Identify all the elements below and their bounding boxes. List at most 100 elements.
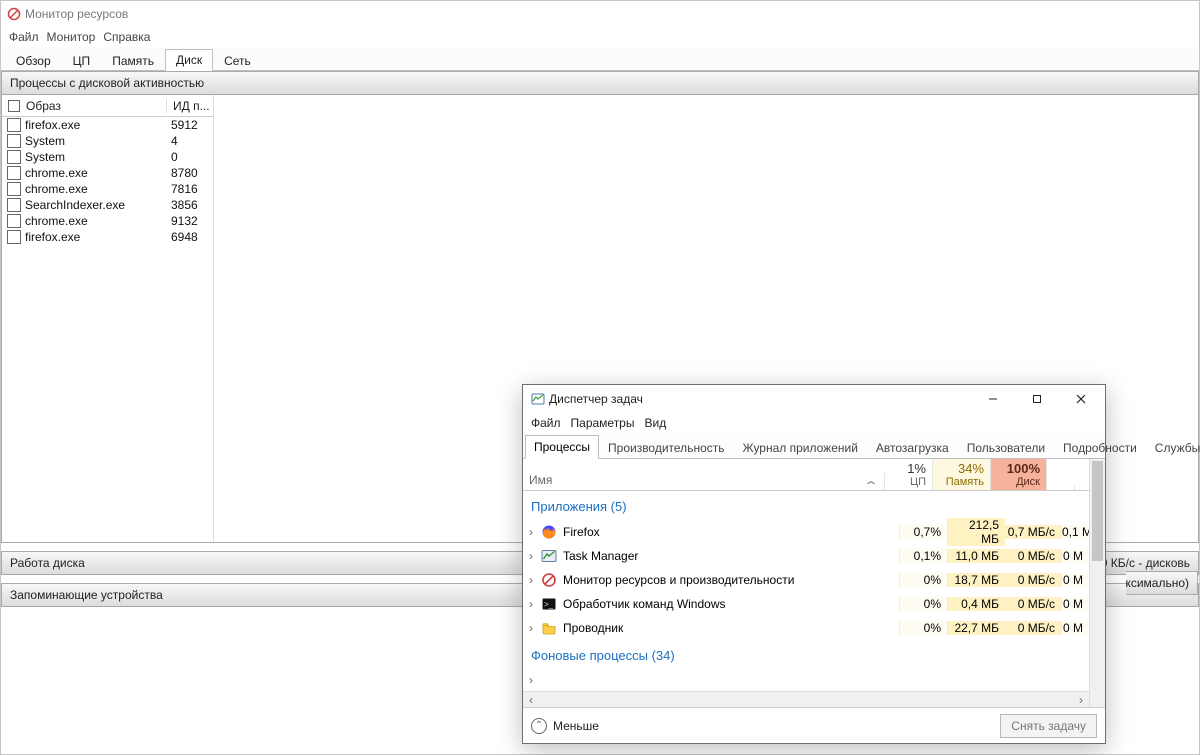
- chevron-up-icon: ⌃: [531, 718, 547, 734]
- resmon-titlebar[interactable]: Монитор ресурсов: [1, 1, 1199, 27]
- col-image[interactable]: Образ: [26, 99, 61, 113]
- row-dsk: 0 МБ/с: [1005, 621, 1061, 635]
- table-row[interactable]: ›>_Обработчик команд Windows0%0,4 МБ0 МБ…: [523, 592, 1089, 616]
- taskmgr-titlebar[interactable]: Диспетчер задач: [523, 385, 1105, 413]
- row-checkbox[interactable]: [7, 150, 21, 164]
- col-net[interactable]: [1047, 486, 1075, 490]
- tm-tab[interactable]: Производительность: [599, 436, 733, 459]
- tab-network[interactable]: Сеть: [213, 50, 262, 71]
- taskmgr-tabs: ПроцессыПроизводительностьЖурнал приложе…: [523, 433, 1105, 459]
- minimize-button[interactable]: [971, 385, 1015, 413]
- tm-menu-view[interactable]: Вид: [644, 416, 666, 430]
- table-row[interactable]: SearchIndexer.exe3856: [2, 197, 213, 213]
- col-memory[interactable]: 34%Память: [933, 459, 991, 490]
- row-checkbox[interactable]: [7, 230, 21, 244]
- close-button[interactable]: [1059, 385, 1103, 413]
- col-cpu[interactable]: 1%ЦП: [885, 459, 933, 490]
- tm-tab[interactable]: Подробности: [1054, 436, 1146, 459]
- expand-icon[interactable]: ›: [523, 525, 539, 539]
- section-bg: Фоновые процессы (34): [523, 640, 1089, 669]
- row-checkbox[interactable]: [7, 198, 21, 212]
- process-list-header: Образ ИД п...: [2, 95, 213, 117]
- expand-icon[interactable]: ›: [523, 673, 539, 687]
- table-row[interactable]: ›Task Manager0,1%11,0 МБ0 МБ/с0 М: [523, 544, 1089, 568]
- table-row[interactable]: System4: [2, 133, 213, 149]
- vertical-scrollbar[interactable]: [1089, 459, 1105, 707]
- row-image: chrome.exe: [25, 166, 165, 180]
- tab-disk[interactable]: Диск: [165, 49, 213, 71]
- app-icon: [541, 672, 557, 688]
- scroll-right-icon[interactable]: ›: [1073, 692, 1089, 708]
- taskmgr-footer: ⌃ Меньше Снять задачу: [523, 707, 1105, 743]
- expand-icon[interactable]: ›: [523, 597, 539, 611]
- table-row[interactable]: ›Проводник0%22,7 МБ0 МБ/с0 М: [523, 616, 1089, 640]
- row-checkbox[interactable]: [7, 166, 21, 180]
- row-mem: 11,0 МБ: [947, 549, 1005, 563]
- row-pid: 7816: [165, 182, 213, 196]
- tab-cpu[interactable]: ЦП: [62, 50, 102, 71]
- row-checkbox[interactable]: [7, 214, 21, 228]
- table-row[interactable]: chrome.exe8780: [2, 165, 213, 181]
- row-cpu: 0%: [899, 621, 947, 635]
- menu-file[interactable]: Файл: [9, 30, 39, 44]
- row-pid: 6948: [165, 230, 213, 244]
- row-image: System: [25, 134, 165, 148]
- table-row[interactable]: ›Монитор ресурсов и производительности0%…: [523, 568, 1089, 592]
- row-pid: 5912: [165, 118, 213, 132]
- tm-menu-file[interactable]: Файл: [531, 416, 561, 430]
- row-dsk: 0 МБ/с: [1005, 549, 1061, 563]
- row-pid: 8780: [165, 166, 213, 180]
- expand-icon[interactable]: ›: [523, 549, 539, 563]
- table-row[interactable]: ›Firefox0,7%212,5 МБ0,7 МБ/с0,1 М: [523, 520, 1089, 544]
- tm-tab[interactable]: Автозагрузка: [867, 436, 958, 459]
- row-image: System: [25, 150, 165, 164]
- row-dsk: 0 МБ/с: [1005, 597, 1061, 611]
- fewer-details-button[interactable]: ⌃ Меньше: [531, 718, 599, 734]
- col-pid[interactable]: ИД п...: [167, 99, 213, 113]
- table-row[interactable]: firefox.exe5912: [2, 117, 213, 133]
- row-net: 0 М: [1061, 573, 1089, 587]
- menu-help[interactable]: Справка: [103, 30, 150, 44]
- app-icon: [541, 620, 557, 636]
- tm-menu-options[interactable]: Параметры: [571, 416, 635, 430]
- menu-monitor[interactable]: Монитор: [47, 30, 96, 44]
- row-checkbox[interactable]: [7, 134, 21, 148]
- section-processes[interactable]: Процессы с дисковой активностью: [1, 71, 1199, 95]
- row-image: SearchIndexer.exe: [25, 198, 165, 212]
- taskmgr-body: ⌃ Имя 1%ЦП 34%Память 100%Диск Приложения…: [523, 459, 1105, 707]
- table-row[interactable]: chrome.exe7816: [2, 181, 213, 197]
- table-row[interactable]: System0: [2, 149, 213, 165]
- col-disk[interactable]: 100%Диск: [991, 459, 1047, 490]
- maximize-button[interactable]: [1015, 385, 1059, 413]
- select-all-checkbox[interactable]: [8, 100, 20, 112]
- table-row[interactable]: chrome.exe9132: [2, 213, 213, 229]
- scroll-thumb[interactable]: [1092, 461, 1103, 561]
- section-apps: Приложения (5): [523, 491, 1089, 520]
- tm-tab[interactable]: Пользователи: [958, 436, 1054, 459]
- row-name: Проводник: [563, 621, 899, 635]
- taskmgr-title: Диспетчер задач: [549, 392, 643, 406]
- row-name: Обработчик команд Windows: [563, 597, 899, 611]
- table-row[interactable]: ›: [523, 669, 1089, 691]
- tm-tab[interactable]: Журнал приложений: [734, 436, 867, 459]
- disk-max-text: ксимально): [1125, 576, 1189, 590]
- section-processes-label: Процессы с дисковой активностью: [10, 76, 204, 90]
- scroll-left-icon[interactable]: ‹: [523, 692, 539, 708]
- row-pid: 4: [165, 134, 213, 148]
- col-name[interactable]: ⌃ Имя: [523, 473, 885, 490]
- svg-text:>_: >_: [544, 600, 554, 609]
- horizontal-scrollbar[interactable]: ‹ ›: [523, 691, 1089, 707]
- expand-icon[interactable]: ›: [523, 621, 539, 635]
- expand-icon[interactable]: ›: [523, 573, 539, 587]
- resmon-title: Монитор ресурсов: [25, 7, 128, 21]
- tab-memory[interactable]: Память: [101, 50, 165, 71]
- row-checkbox[interactable]: [7, 118, 21, 132]
- row-image: chrome.exe: [25, 214, 165, 228]
- row-mem: 22,7 МБ: [947, 621, 1005, 635]
- end-task-button[interactable]: Снять задачу: [1000, 714, 1097, 738]
- tab-overview[interactable]: Обзор: [5, 50, 62, 71]
- tm-tab[interactable]: Процессы: [525, 435, 599, 459]
- tm-tab[interactable]: Службы: [1146, 436, 1200, 459]
- table-row[interactable]: firefox.exe6948: [2, 229, 213, 245]
- row-checkbox[interactable]: [7, 182, 21, 196]
